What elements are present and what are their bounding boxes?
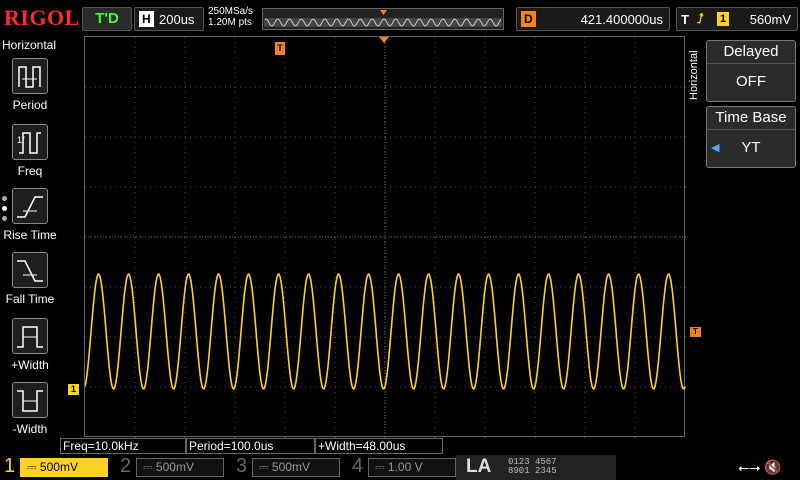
time-base-value: YT xyxy=(741,139,761,156)
measure-freq[interactable]: 1/ Freq xyxy=(0,124,60,188)
sample-info: 250MSa/s 1.20M pts xyxy=(208,6,253,28)
ch4-number: 4 xyxy=(352,455,364,477)
usb-icon: ⭠⭢ 🔇 xyxy=(738,459,782,475)
measure-rise-time[interactable]: Rise Time xyxy=(0,188,60,252)
ch3-scale: 500mV xyxy=(271,460,310,474)
memory-overview-bar[interactable] xyxy=(262,8,504,30)
horizontal-label: H xyxy=(139,11,154,27)
time-base-label: Time Base xyxy=(707,109,795,130)
trigger-channel: 1 xyxy=(717,12,730,26)
delayed-label: Delayed xyxy=(707,43,795,64)
fall-time-label: Fall Time xyxy=(5,292,55,306)
fall-time-icon xyxy=(12,252,48,288)
rise-time-icon xyxy=(12,188,48,224)
measure-neg-width[interactable]: -Width xyxy=(0,382,60,446)
measure-fall-time[interactable]: Fall Time xyxy=(0,252,60,316)
page-dot xyxy=(2,196,7,201)
dc-coupling-icon: ⎓ xyxy=(27,460,40,474)
ch4-scale: 1.00 V xyxy=(387,460,423,474)
ch4-status[interactable]: 4 ⎓ 1.00 V xyxy=(352,455,458,480)
ch1-ground-marker[interactable]: 1 xyxy=(68,384,79,395)
overview-waveform xyxy=(264,10,502,27)
measure-pos-width[interactable]: +Width xyxy=(0,318,60,382)
ch3-number: 3 xyxy=(236,455,248,477)
page-dot xyxy=(2,216,7,221)
waveform-display[interactable] xyxy=(84,36,686,438)
graticule xyxy=(84,37,686,438)
delayed-button[interactable]: Delayed OFF xyxy=(706,40,796,102)
trigger-box[interactable]: T ⭜ 1 560mV xyxy=(676,7,798,31)
delay-box[interactable]: D 421.400000us xyxy=(516,7,670,31)
dc-coupling-icon: ⎓ xyxy=(375,460,388,474)
neg-width-label: -Width xyxy=(12,422,48,436)
ch2-number: 2 xyxy=(120,455,132,477)
sample-rate: 250MSa/s xyxy=(208,6,254,17)
ch1-number: 1 xyxy=(4,455,16,477)
svg-text:1/: 1/ xyxy=(17,135,25,145)
meas-freq[interactable]: Freq=10.0kHz xyxy=(60,438,186,454)
trigger-level-marker[interactable]: T xyxy=(690,327,701,337)
dc-coupling-icon: ⎓ xyxy=(143,460,156,474)
pos-width-icon xyxy=(12,318,48,354)
time-base-button[interactable]: Time Base ◀ YT xyxy=(706,106,796,168)
period-icon xyxy=(12,58,48,94)
ch2-status[interactable]: 2 ⎓ 500mV xyxy=(120,455,226,480)
rise-time-label: Rise Time xyxy=(3,228,57,242)
overview-trigger-marker xyxy=(380,10,387,15)
ch1-status[interactable]: 1 ⎓ 500mV xyxy=(4,455,110,480)
memory-depth: 1.20M pts xyxy=(208,17,252,28)
logic-analyzer-status[interactable]: LA 0123 4567 8901 2345 xyxy=(456,455,616,480)
delayed-value: OFF xyxy=(736,73,766,90)
trigger-label: T xyxy=(681,12,689,27)
la-label: LA xyxy=(466,456,492,477)
brand-logo: RIGOL xyxy=(4,5,80,30)
trigger-level: 560mV xyxy=(749,12,791,27)
delay-label: D xyxy=(521,11,536,27)
meas-width[interactable]: +Width=48.00us xyxy=(315,438,443,454)
neg-width-icon xyxy=(12,382,48,418)
run-status-badge[interactable]: T'D xyxy=(82,7,132,31)
ch3-status[interactable]: 3 ⎓ 500mV xyxy=(236,455,342,480)
horizontal-timebase[interactable]: H 200us xyxy=(134,7,204,31)
timebase-value: 200us xyxy=(159,12,195,27)
center-marker xyxy=(379,37,389,43)
rising-edge-icon: ⭜ xyxy=(697,11,704,26)
delay-value: 421.400000us xyxy=(580,12,663,27)
trigger-position-marker[interactable]: T xyxy=(275,42,285,55)
freq-label: Freq xyxy=(17,164,43,178)
ch2-scale: 500mV xyxy=(155,460,194,474)
period-label: Period xyxy=(12,98,48,112)
measure-menu: Period 1/ Freq Rise Time Fall Time +Widt… xyxy=(0,36,60,440)
meas-period[interactable]: Period=100.0us xyxy=(186,438,315,454)
right-menu-title: Horizontal xyxy=(688,50,700,100)
freq-icon: 1/ xyxy=(12,124,48,160)
measure-period[interactable]: Period xyxy=(0,58,60,122)
pos-width-label: +Width xyxy=(11,358,49,372)
ch1-scale: 500mV xyxy=(39,460,78,474)
page-dot xyxy=(2,206,7,211)
dc-coupling-icon: ⎓ xyxy=(259,460,272,474)
la-bits-row2: 8901 2345 xyxy=(508,466,557,476)
